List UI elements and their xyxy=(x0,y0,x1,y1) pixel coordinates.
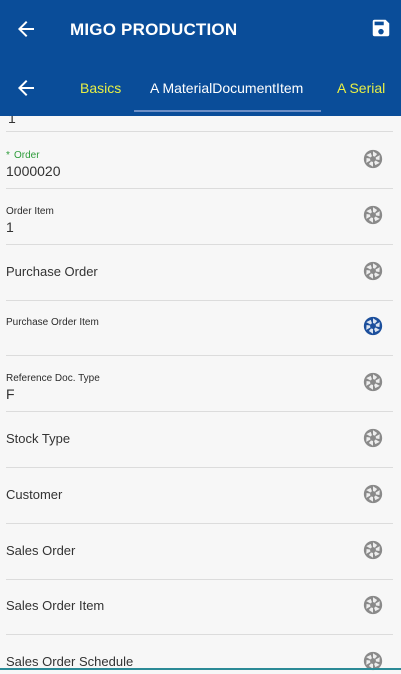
tab-material-document-item[interactable]: A MaterialDocumentItem xyxy=(150,80,303,96)
floppy-disk-icon[interactable] xyxy=(370,17,392,39)
tab-back-arrow-icon[interactable] xyxy=(14,76,38,100)
field-row-sales-order-item[interactable]: Sales Order Item xyxy=(6,578,393,636)
app-bar: MIGO PRODUCTION xyxy=(0,0,401,60)
field-label: Sales Order Schedule xyxy=(6,654,134,670)
field-value: 1 xyxy=(6,218,14,235)
field-label: Sales Order Item xyxy=(6,598,105,614)
value-help-icon[interactable] xyxy=(362,371,384,393)
field-row-customer[interactable]: Customer xyxy=(6,467,393,524)
value-help-icon[interactable] xyxy=(362,594,384,616)
field-value: 1000020 xyxy=(6,163,61,179)
required-asterisk: * xyxy=(6,150,10,161)
field-row-stock-type[interactable]: Stock Type xyxy=(6,411,393,468)
field-row-sales-order[interactable]: Sales Order xyxy=(6,523,393,580)
bottom-divider xyxy=(0,668,401,670)
value-help-icon[interactable] xyxy=(362,539,384,561)
value-help-icon[interactable] xyxy=(362,427,384,449)
field-row-reference-doc-type[interactable]: Reference Doc. Type F xyxy=(6,355,393,413)
value-help-icon[interactable] xyxy=(362,204,384,226)
value-help-icon[interactable] xyxy=(362,315,384,337)
partial-field-value: 1 xyxy=(8,116,16,126)
tab-bar: Basics A MaterialDocumentItem A Serial xyxy=(0,60,401,116)
field-label: Sales Order xyxy=(6,542,76,558)
field-label: Purchase Order xyxy=(6,263,98,279)
value-help-icon[interactable] xyxy=(362,148,384,170)
field-label: Customer xyxy=(6,486,63,502)
active-tab-indicator xyxy=(134,110,321,112)
tab-basics[interactable]: Basics xyxy=(80,80,121,96)
field-row-purchase-order-item[interactable]: Purchase Order Item xyxy=(6,299,393,357)
form-list: 1 * Order 1000020 Order Item 1 Purchase Orde… xyxy=(0,116,401,674)
value-help-icon[interactable] xyxy=(362,483,384,505)
arrow-left-icon[interactable] xyxy=(14,17,38,41)
field-label: Purchase Order Item xyxy=(6,317,99,329)
field-value: F xyxy=(6,386,15,403)
field-label: Reference Doc. Type xyxy=(6,373,100,385)
value-help-icon[interactable] xyxy=(362,260,384,282)
field-label: Stock Type xyxy=(6,431,71,446)
field-label-required: Order xyxy=(14,150,40,161)
tab-serial[interactable]: A Serial xyxy=(337,80,385,96)
field-row-order-item[interactable]: Order Item 1 xyxy=(6,188,393,245)
partial-field-row[interactable]: 1 xyxy=(6,116,393,132)
field-row-order[interactable]: * Order 1000020 xyxy=(6,132,393,189)
field-label: Order Item xyxy=(6,205,54,217)
page-title: MIGO PRODUCTION xyxy=(70,20,238,39)
field-row-purchase-order[interactable]: Purchase Order xyxy=(6,244,393,301)
